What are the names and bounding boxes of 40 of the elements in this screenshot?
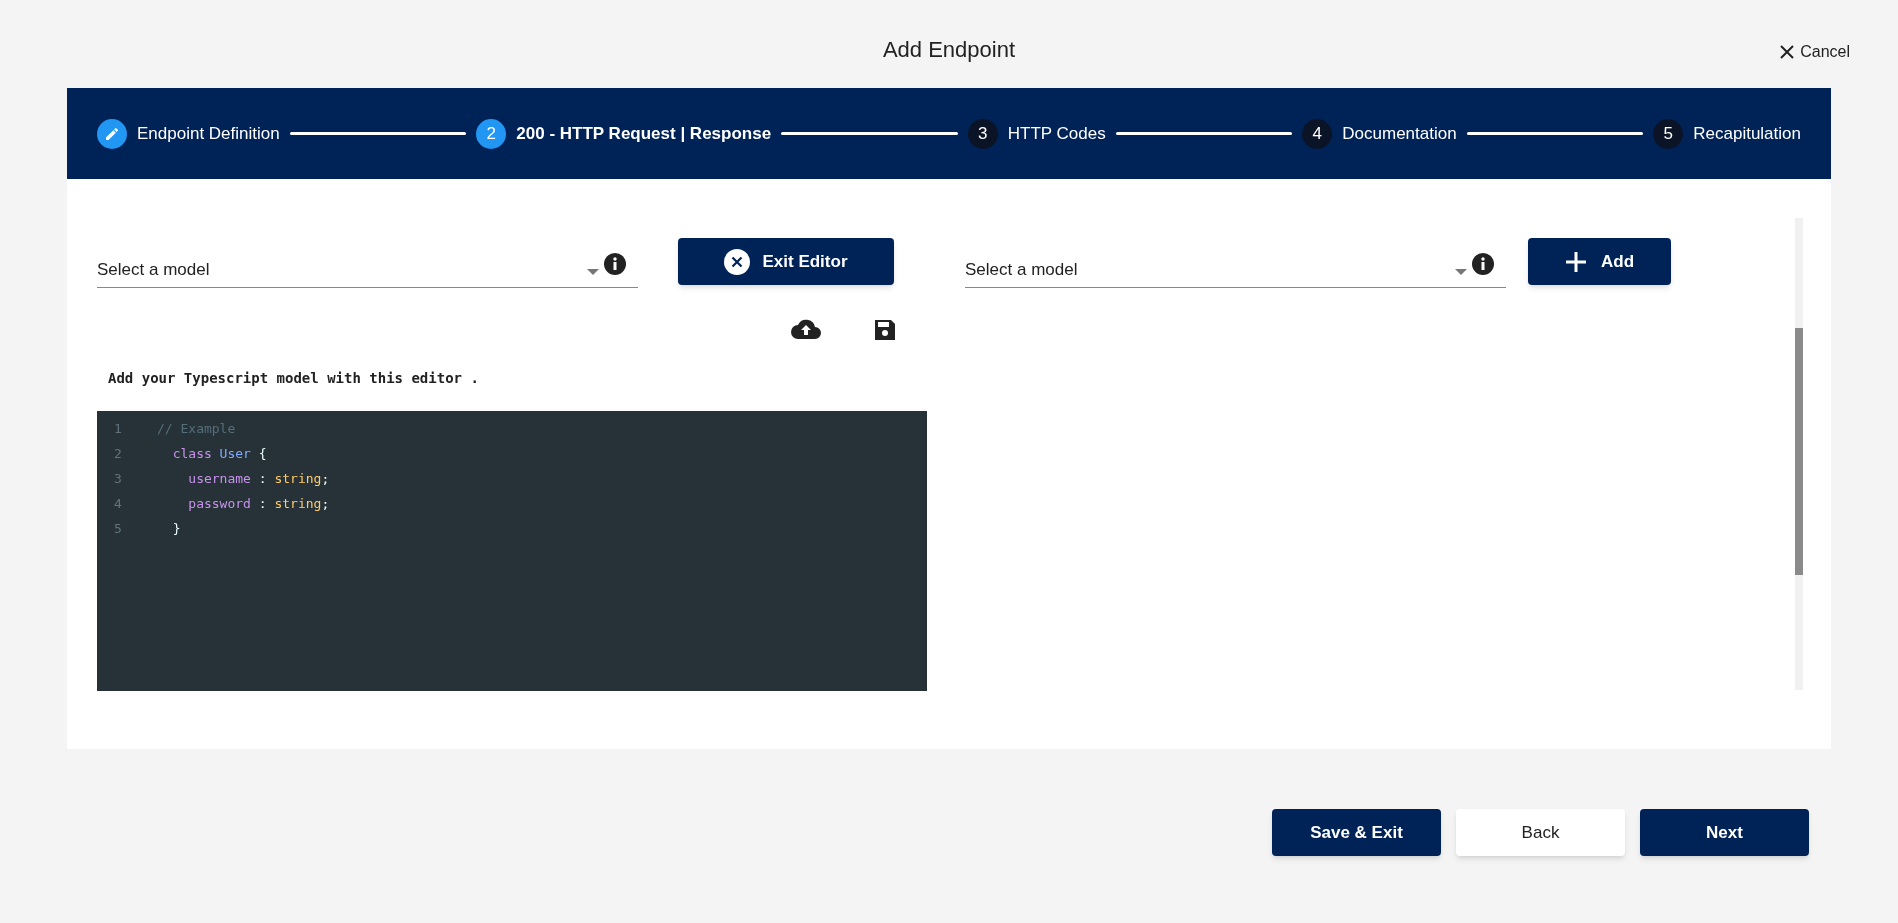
- line-number: 5: [113, 519, 123, 538]
- model-select[interactable]: Select a model: [97, 238, 638, 288]
- code-line: password : string;: [187, 494, 330, 513]
- step-tab[interactable]: 4 Documentation: [1302, 118, 1457, 149]
- close-icon: [1778, 43, 1797, 61]
- code-line: // Example: [157, 419, 236, 438]
- step-number: 5: [1653, 118, 1684, 149]
- line-number: 1: [113, 419, 123, 438]
- code-line: }: [171, 519, 181, 538]
- step-tab[interactable]: Endpoint Definition: [97, 118, 280, 149]
- cancel-button[interactable]: Cancel: [1778, 40, 1850, 64]
- step-tab[interactable]: 5 Recapitulation: [1653, 118, 1801, 149]
- line-number: 4: [113, 494, 123, 513]
- dialog-title: Add Endpoint: [882, 35, 1016, 64]
- info-icon[interactable]: [604, 253, 626, 275]
- step-number: 3: [967, 118, 998, 149]
- code-line: username : string;: [187, 469, 330, 488]
- model-select[interactable]: Select a model: [965, 238, 1506, 288]
- step-number: 4: [1302, 118, 1333, 149]
- dropdown-caret-icon: [587, 269, 599, 275]
- dropdown-caret-icon: [1455, 269, 1467, 275]
- footer-button[interactable]: Save & Exit: [1272, 809, 1441, 856]
- footer-button[interactable]: Next: [1640, 809, 1809, 856]
- step-number: 2: [476, 118, 507, 149]
- save-icon[interactable]: [873, 318, 897, 342]
- plus-icon: [1564, 250, 1587, 273]
- editor-hint: Add your Typescript model with this editor .: [108, 369, 479, 388]
- step-tab[interactable]: 2 200 - HTTP Request | Response: [476, 118, 772, 149]
- info-icon[interactable]: [1472, 253, 1494, 275]
- code-line: class User {: [171, 444, 267, 463]
- step-tab[interactable]: 3 HTTP Codes: [967, 118, 1106, 149]
- exit-editor-button[interactable]: Exit Editor: [678, 238, 894, 285]
- scrollbar[interactable]: [1795, 218, 1803, 690]
- line-number: 2: [113, 444, 123, 463]
- add-button[interactable]: Add: [1528, 238, 1671, 285]
- cloud-upload-icon[interactable]: [791, 318, 821, 340]
- code-editor[interactable]: 1 // Example 2 class User { 3 username : string; 4 password : string; 5 }: [97, 411, 927, 691]
- line-number: 3: [113, 469, 123, 488]
- footer-button[interactable]: Back: [1456, 809, 1625, 856]
- close-circle-icon: [724, 248, 751, 275]
